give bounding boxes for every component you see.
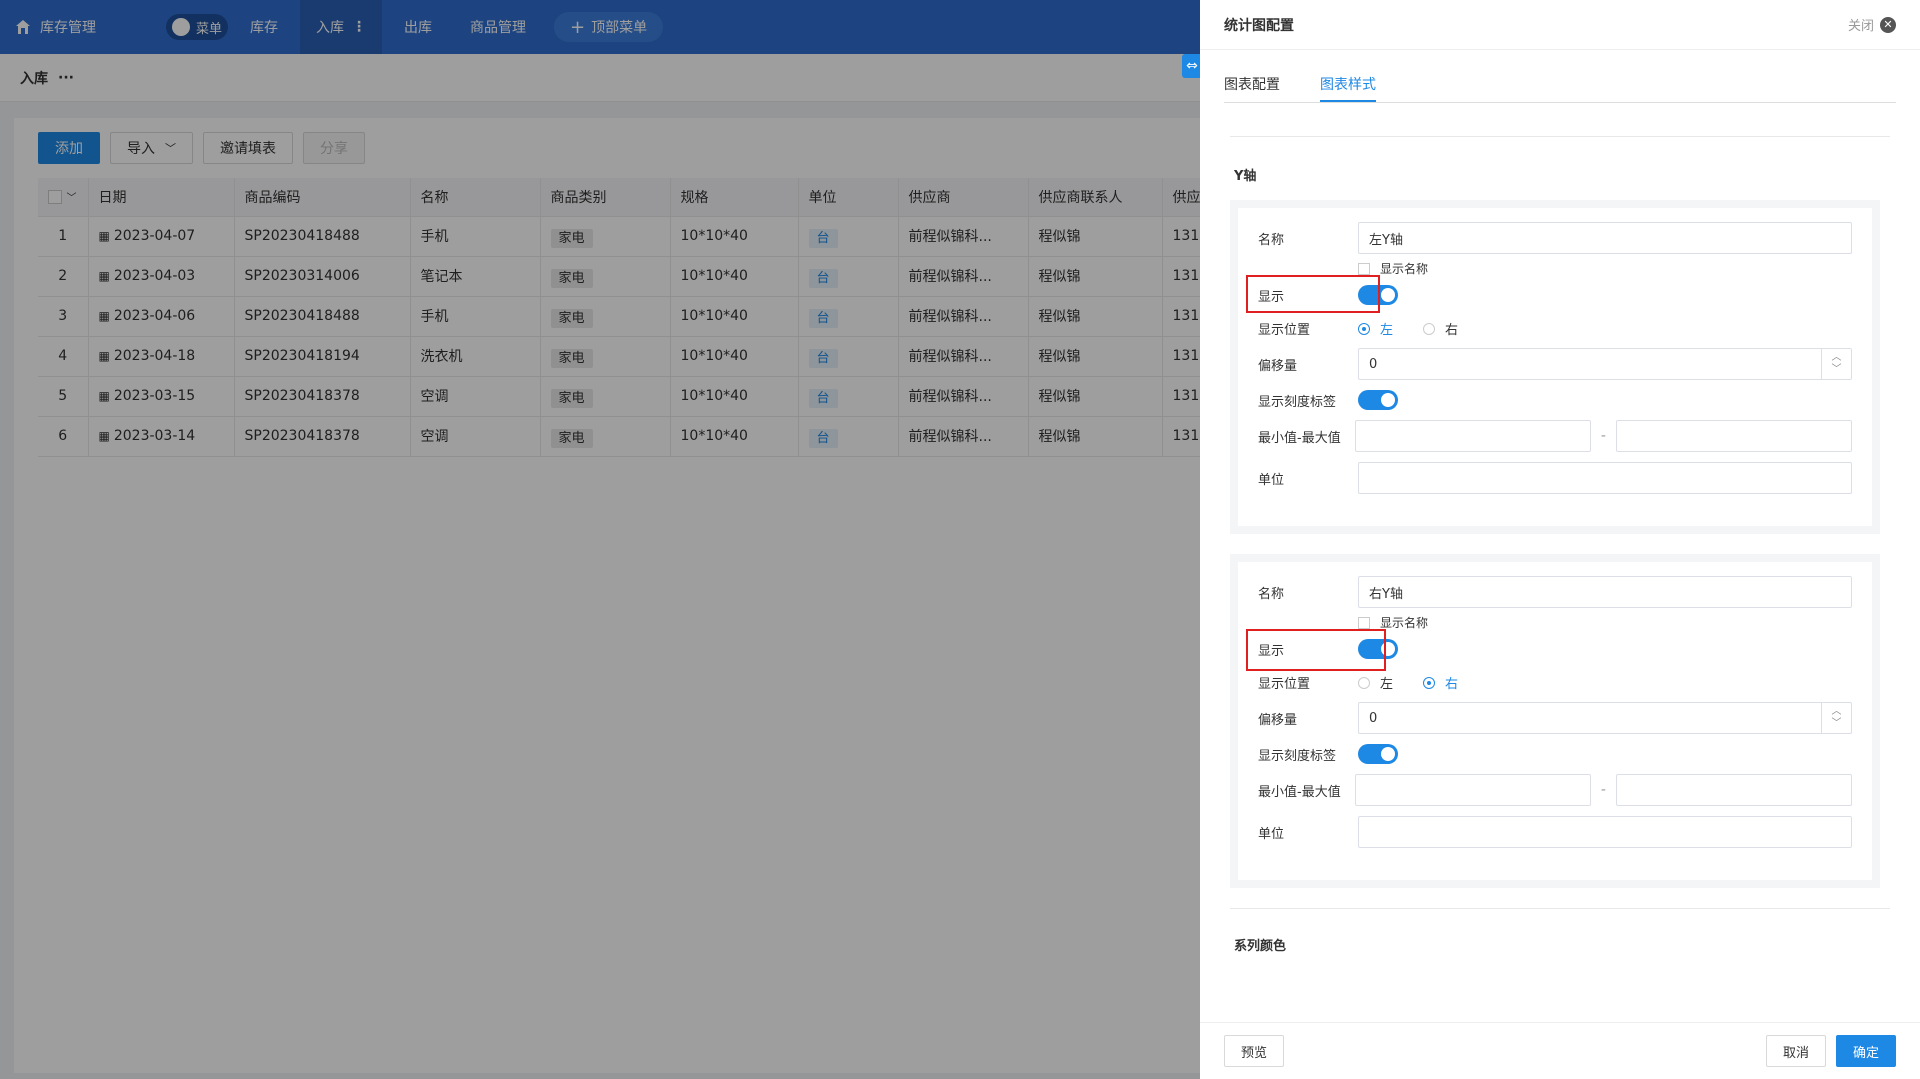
name-label: 名称 xyxy=(1258,232,1285,248)
radio-left-label[interactable]: 左 xyxy=(1380,673,1393,692)
range-separator: - xyxy=(1600,782,1606,798)
unit-input[interactable] xyxy=(1358,816,1852,848)
offset-row: 偏移量 0 ︿ ﹀ xyxy=(1258,702,1852,734)
tick-labels-toggle[interactable] xyxy=(1358,390,1398,410)
y-axis-section-title: Y轴 xyxy=(1234,169,1257,184)
position-radio-group: 左 右 xyxy=(1358,673,1488,692)
toggle-knob xyxy=(1381,393,1395,407)
close-label: 关闭 xyxy=(1847,19,1874,34)
stepper-icon[interactable]: ︿ ﹀ xyxy=(1821,703,1851,733)
unit-label: 单位 xyxy=(1258,826,1285,842)
show-name-checkbox[interactable]: 显示名称 xyxy=(1358,260,1852,277)
confirm-button[interactable]: 确定 xyxy=(1835,1035,1896,1067)
position-label: 显示位置 xyxy=(1258,677,1311,692)
cancel-button[interactable]: 取消 xyxy=(1765,1035,1826,1067)
position-label: 显示位置 xyxy=(1258,323,1311,338)
chart-config-drawer: 统计图配置 关闭 ✕ 图表配置 图表样式 Y轴 名称 左Y轴 显示名称 显示 显… xyxy=(1200,0,1920,1079)
position-row: 显示位置 左 右 xyxy=(1258,319,1852,338)
drawer-header: 统计图配置 关闭 ✕ xyxy=(1200,0,1920,50)
resize-handle-icon[interactable]: ⇔ xyxy=(1182,54,1202,78)
range-separator: - xyxy=(1600,428,1606,444)
radio-right-label[interactable]: 右 xyxy=(1445,673,1458,692)
unit-label: 单位 xyxy=(1258,472,1285,488)
show-row: 显示 xyxy=(1246,275,1852,313)
drawer-title: 统计图配置 xyxy=(1224,17,1294,34)
divider xyxy=(1230,908,1890,909)
min-input[interactable] xyxy=(1354,420,1591,452)
radio-right[interactable] xyxy=(1423,322,1436,335)
right-y-axis-card: 名称 右Y轴 显示名称 显示 显示位置 左 右 偏移量 0 ︿ ﹀ 显示刻度标签… xyxy=(1230,554,1880,888)
unit-row: 单位 xyxy=(1258,816,1852,848)
tab-chart-config[interactable]: 图表配置 xyxy=(1224,74,1280,102)
checkbox[interactable] xyxy=(1358,616,1370,629)
offset-input[interactable]: 0 ︿ ﹀ xyxy=(1358,348,1852,380)
offset-row: 偏移量 0 ︿ ﹀ xyxy=(1258,348,1852,380)
modal-overlay[interactable] xyxy=(0,0,1200,1079)
radio-left[interactable] xyxy=(1358,676,1370,689)
toggle-knob xyxy=(1381,288,1395,302)
max-input[interactable] xyxy=(1616,774,1852,806)
highlight-box xyxy=(1246,275,1380,313)
unit-input[interactable] xyxy=(1358,462,1852,494)
min-max-row: 最小值-最大值 - xyxy=(1258,420,1852,452)
radio-right[interactable] xyxy=(1423,676,1436,689)
axis-name-input[interactable]: 右Y轴 xyxy=(1358,576,1852,608)
stepper-icon[interactable]: ︿ ﹀ xyxy=(1821,349,1851,379)
show-name-checkbox[interactable]: 显示名称 xyxy=(1358,614,1852,631)
offset-input[interactable]: 0 ︿ ﹀ xyxy=(1358,702,1852,734)
tab-chart-style[interactable]: 图表样式 xyxy=(1320,74,1376,102)
tick-labels-row: 显示刻度标签 xyxy=(1258,390,1852,410)
offset-value: 0 xyxy=(1369,356,1378,372)
offset-label: 偏移量 xyxy=(1258,358,1298,374)
show-name-label: 显示名称 xyxy=(1380,262,1429,276)
show-name-label: 显示名称 xyxy=(1380,616,1429,630)
radio-right-label[interactable]: 右 xyxy=(1445,319,1458,338)
offset-value: 0 xyxy=(1369,710,1378,726)
series-color-section-title: 系列颜色 xyxy=(1234,939,1287,954)
config-tabs: 图表配置 图表样式 xyxy=(1224,74,1896,103)
name-row: 名称 左Y轴 xyxy=(1258,222,1852,254)
tick-labels-row: 显示刻度标签 xyxy=(1258,744,1852,764)
left-y-axis-card: 名称 左Y轴 显示名称 显示 显示位置 左 右 偏移量 0 ︿ ﹀ 显示刻度标签… xyxy=(1230,200,1880,534)
checkbox[interactable] xyxy=(1358,262,1370,275)
drawer-footer: 预览 取消 确定 xyxy=(1200,1022,1920,1079)
min-max-label: 最小值-最大值 xyxy=(1258,430,1341,446)
highlight-box xyxy=(1246,629,1386,671)
unit-row: 单位 xyxy=(1258,462,1852,494)
min-input[interactable] xyxy=(1354,774,1591,806)
position-row: 显示位置 左 右 xyxy=(1258,673,1852,692)
preview-button[interactable]: 预览 xyxy=(1224,1035,1285,1067)
max-input[interactable] xyxy=(1616,420,1852,452)
min-max-row: 最小值-最大值 - xyxy=(1258,774,1852,806)
name-row: 名称 右Y轴 xyxy=(1258,576,1852,608)
radio-left-label[interactable]: 左 xyxy=(1380,319,1393,338)
show-row: 显示 xyxy=(1246,629,1852,671)
axis-name-input[interactable]: 左Y轴 xyxy=(1358,222,1852,254)
divider xyxy=(1230,136,1890,137)
close-button[interactable]: 关闭 ✕ xyxy=(1848,15,1896,34)
tick-labels-toggle[interactable] xyxy=(1358,744,1398,764)
name-label: 名称 xyxy=(1258,586,1285,602)
position-radio-group: 左 右 xyxy=(1358,319,1488,338)
drawer-body: Y轴 名称 左Y轴 显示名称 显示 显示位置 左 右 偏移量 0 ︿ ﹀ 显示刻… xyxy=(1200,100,1920,1022)
min-max-label: 最小值-最大值 xyxy=(1258,784,1341,800)
tick-labels-label: 显示刻度标签 xyxy=(1258,748,1337,764)
close-icon[interactable]: ✕ xyxy=(1880,16,1896,33)
tick-labels-label: 显示刻度标签 xyxy=(1258,394,1337,410)
toggle-knob xyxy=(1381,747,1395,761)
offset-label: 偏移量 xyxy=(1258,712,1298,728)
radio-left[interactable] xyxy=(1358,322,1370,335)
